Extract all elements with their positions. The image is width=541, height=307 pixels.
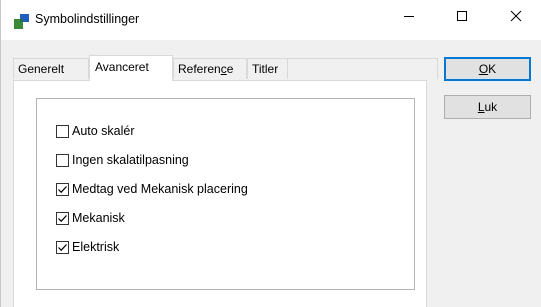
checkbox[interactable] (56, 240, 69, 254)
app-symbol-icon (14, 14, 29, 29)
minimize-button[interactable] (386, 0, 432, 32)
option-mekanisk[interactable]: Mekanisk (56, 209, 125, 227)
checkbox[interactable] (56, 211, 69, 225)
title-bar[interactable]: Symbolindstillinger (1, 0, 541, 40)
checkmark-icon (58, 243, 67, 251)
checkbox[interactable] (56, 153, 69, 167)
luk-button-label: uk (484, 100, 498, 114)
checkbox[interactable] (56, 124, 69, 138)
maximize-icon (457, 11, 467, 21)
tab-panel-avanceret: Auto skalér Ingen skalatilpasning Medtag… (13, 80, 427, 307)
minimize-icon (404, 16, 414, 17)
tab-reference[interactable]: Reference (173, 58, 247, 79)
ok-button[interactable]: OK (444, 57, 531, 81)
checkbox[interactable] (56, 182, 69, 196)
tab-strip-filler (288, 58, 438, 79)
close-button[interactable] (493, 0, 539, 32)
option-medtag-mekanisk-placering[interactable]: Medtag ved Mekanisk placering (56, 180, 248, 198)
tab-label: Generelt (18, 62, 65, 76)
option-label: Medtag ved Mekanisk placering (72, 182, 248, 196)
ok-button-mnemonic: O (478, 62, 489, 76)
tab-titler[interactable]: Titler (247, 58, 288, 79)
window-title: Symbolindstillinger (35, 12, 140, 26)
tab-label: Titler (252, 62, 279, 76)
tab-label: Avanceret (95, 60, 149, 74)
tab-avanceret[interactable]: Avanceret (89, 55, 173, 81)
tab-label-part: Referen (178, 62, 221, 76)
checkmark-icon (58, 185, 67, 193)
dialog-window: Symbolindstillinger Generelt Avanceret R… (0, 0, 541, 307)
option-label: Auto skalér (72, 124, 135, 138)
tab-label-part: e (226, 62, 234, 76)
tab-generelt[interactable]: Generelt (13, 58, 89, 79)
ok-button-label: K (488, 62, 497, 76)
maximize-button[interactable] (439, 0, 485, 32)
option-ingen-skalatilpasning[interactable]: Ingen skalatilpasning (56, 151, 189, 169)
luk-button-mnemonic: L (477, 100, 485, 114)
option-label: Elektrisk (72, 240, 120, 254)
option-auto-skaler[interactable]: Auto skalér (56, 122, 135, 140)
close-icon (510, 10, 522, 22)
option-elektrisk[interactable]: Elektrisk (56, 238, 119, 256)
option-label: Ingen skalatilpasning (72, 153, 189, 167)
option-label: Mekanisk (72, 211, 125, 225)
checkmark-icon (58, 214, 67, 222)
luk-button[interactable]: Luk (444, 95, 531, 119)
